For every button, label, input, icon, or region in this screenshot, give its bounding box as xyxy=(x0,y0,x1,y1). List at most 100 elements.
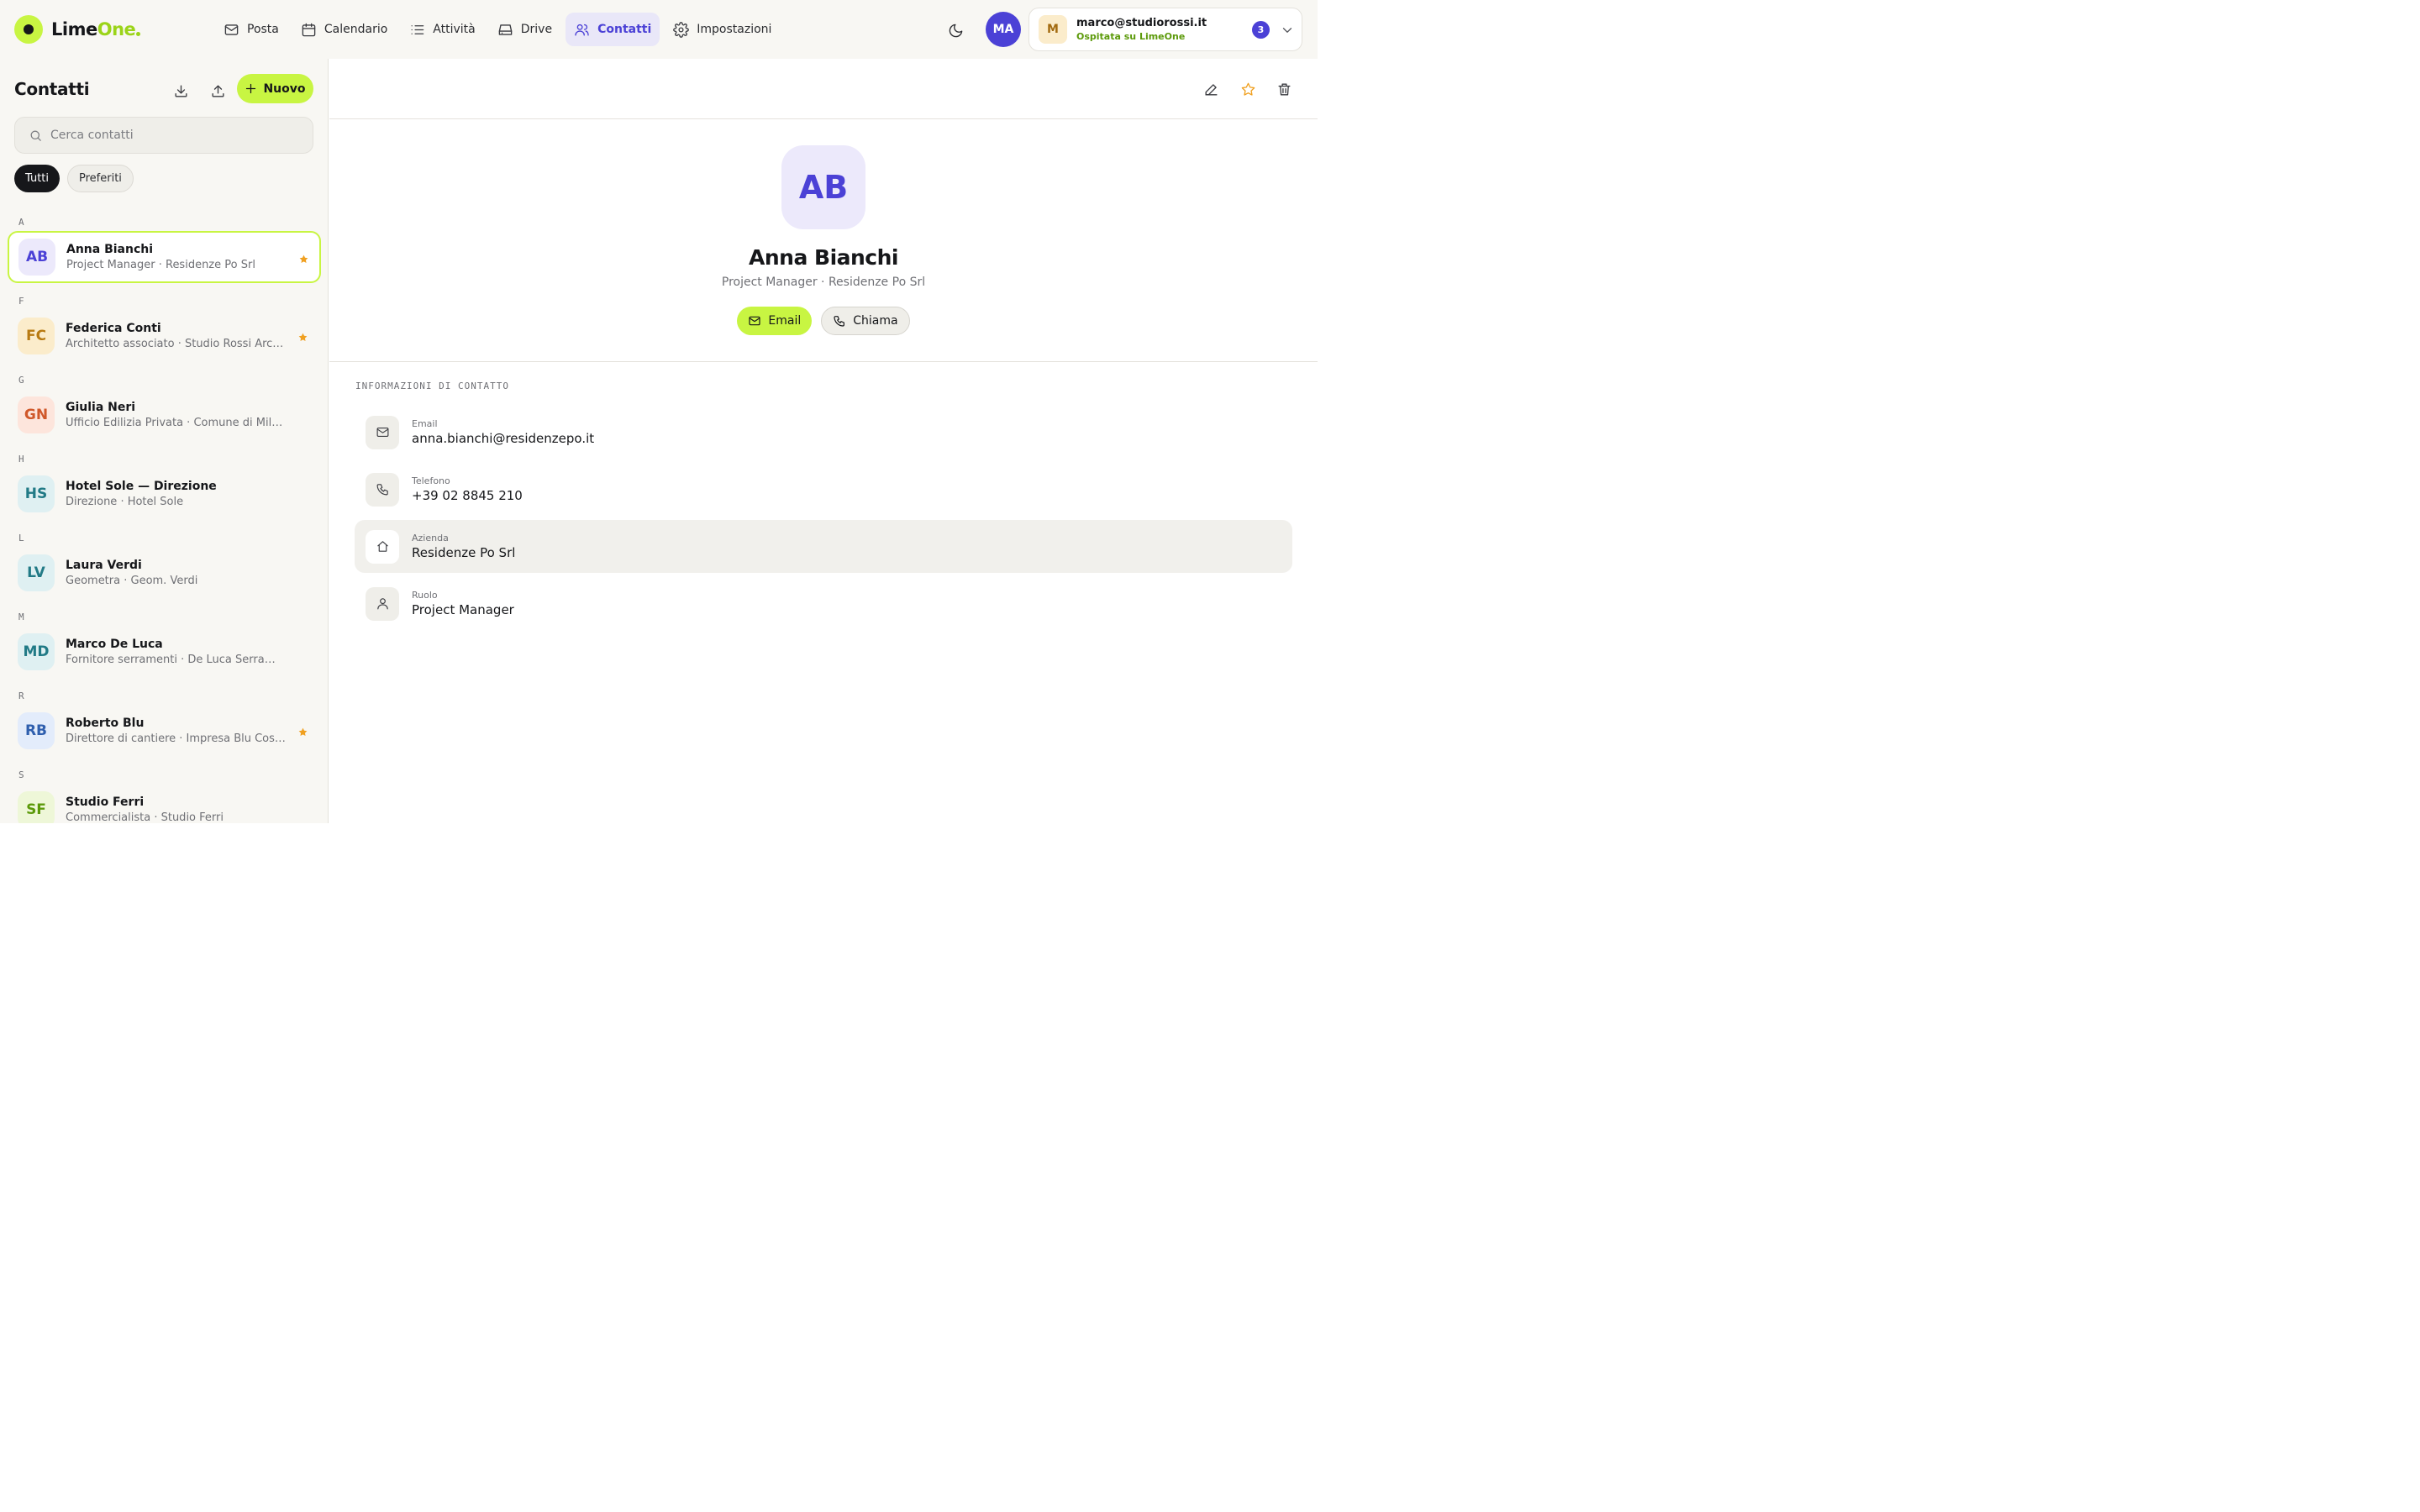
top-bar: Lime One Posta Calendario Attività Drive … xyxy=(0,0,1318,59)
contact-subtitle: Direttore di cantiere · Impresa Blu Cost… xyxy=(66,732,286,745)
nav-label: Contatti xyxy=(597,23,652,36)
nav-label: Posta xyxy=(247,23,279,36)
contact-avatar: LV xyxy=(18,554,55,591)
mail-icon xyxy=(376,427,388,438)
favorite-star-icon xyxy=(297,725,308,736)
contact-subtitle: Geometra · Geom. Verdi xyxy=(66,575,198,587)
contact-subtitle: Commercialista · Studio Ferri xyxy=(66,811,224,823)
star-icon xyxy=(1241,82,1255,96)
contact-subtitle: Direzione · Hotel Sole xyxy=(66,496,184,508)
nav-drive[interactable]: Drive xyxy=(489,13,560,46)
contact-list-item[interactable]: MD Marco De Luca Fornitore serramenti · De… xyxy=(8,626,321,678)
edit-button[interactable] xyxy=(1201,79,1221,99)
profile-header: AB Anna Bianchi Project Manager · Reside… xyxy=(329,120,1318,362)
main-nav: Posta Calendario Attività Drive Contatti… xyxy=(215,13,780,46)
contact-name: Roberto Blu xyxy=(66,717,145,730)
search-box[interactable] xyxy=(14,117,313,154)
tasks-icon xyxy=(411,24,424,34)
nav-label: Calendario xyxy=(324,23,388,36)
group-letter: G xyxy=(18,375,24,386)
contacts-sidebar: Contatti Nuovo Tutti Preferiti A AB Anna B… xyxy=(0,59,329,823)
export-button[interactable] xyxy=(206,79,229,102)
profile-actions: Email Chiama xyxy=(329,307,1318,335)
contacts-icon xyxy=(575,24,589,36)
pencil-icon xyxy=(1204,83,1218,96)
search-input[interactable] xyxy=(50,129,294,142)
contact-name: Anna Bianchi xyxy=(66,243,154,256)
account-switcher[interactable]: M marco@studiorossi.it Ospitata su LimeO… xyxy=(1028,8,1302,51)
contact-list-item[interactable]: AB Anna Bianchi Project Manager · Residenz… xyxy=(8,231,321,283)
mail-icon xyxy=(224,24,239,35)
info-label: Telefono xyxy=(412,475,450,486)
logo-text-accent: One xyxy=(97,19,136,39)
info-row-azienda[interactable]: Azienda Residenze Po Srl xyxy=(355,520,1292,573)
delete-button[interactable] xyxy=(1274,79,1294,99)
contact-avatar: GN xyxy=(18,396,55,433)
info-row-telefono[interactable]: Telefono +39 02 8845 210 xyxy=(355,463,1292,516)
nav-contatti[interactable]: Contatti xyxy=(566,13,660,46)
nav-label: Impostazioni xyxy=(697,23,772,36)
info-label: Ruolo xyxy=(412,590,438,601)
group-letter: R xyxy=(18,690,24,701)
contact-name: Giulia Neri xyxy=(66,401,136,414)
nav-impostazioni[interactable]: Impostazioni xyxy=(665,13,780,46)
contact-name: Studio Ferri xyxy=(66,795,145,809)
search-icon xyxy=(30,130,41,141)
contact-name: Laura Verdi xyxy=(66,559,142,572)
contact-subtitle: Fornitore serramenti · De Luca Serrament… xyxy=(66,654,286,666)
download-icon xyxy=(174,84,187,97)
info-label: Email xyxy=(412,418,438,429)
nav-calendario[interactable]: Calendario xyxy=(292,13,396,46)
nav-posta[interactable]: Posta xyxy=(215,13,287,46)
phone-icon xyxy=(376,484,388,496)
filter-preferiti[interactable]: Preferiti xyxy=(67,165,134,192)
chevron-down-icon xyxy=(1280,23,1295,38)
filter-chips: Tutti Preferiti xyxy=(14,165,134,192)
contact-avatar: RB xyxy=(18,712,55,749)
email-button-label: Email xyxy=(768,314,802,328)
contact-avatar: SF xyxy=(18,791,55,823)
contact-subtitle: Project Manager · Residenze Po Srl xyxy=(66,259,255,271)
nav-label: Attività xyxy=(433,23,476,36)
info-value: +39 02 8845 210 xyxy=(412,488,523,503)
contact-name: Hotel Sole — Direzione xyxy=(66,480,217,493)
contact-list-item[interactable]: RB Roberto Blu Direttore di cantiere · Imp… xyxy=(8,705,321,757)
group-letter: M xyxy=(18,612,24,622)
account-avatar: M xyxy=(1039,15,1067,44)
call-button[interactable]: Chiama xyxy=(821,307,910,335)
favorite-star-icon xyxy=(298,252,309,263)
contact-list-item[interactable]: SF Studio Ferri Commercialista · Studio Fe… xyxy=(8,784,321,823)
nav-attivita[interactable]: Attività xyxy=(401,13,483,46)
contact-list-item[interactable]: FC Federica Conti Architetto associato · S… xyxy=(8,310,321,362)
filter-tutti[interactable]: Tutti xyxy=(14,165,60,192)
group-letter: S xyxy=(18,769,24,780)
contact-subtitle: Ufficio Edilizia Privata · Comune di Mil… xyxy=(66,417,286,429)
new-contact-button[interactable]: Nuovo xyxy=(237,74,313,103)
account-hosted-label: Ospitata su LimeOne xyxy=(1076,31,1186,42)
user-avatar[interactable]: MA xyxy=(986,12,1021,47)
contact-avatar: HS xyxy=(18,475,55,512)
info-row-ruolo[interactable]: Ruolo Project Manager xyxy=(355,577,1292,630)
contact-list-item[interactable]: LV Laura Verdi Geometra · Geom. Verdi xyxy=(8,547,321,599)
app-logo[interactable]: Lime One xyxy=(14,15,141,44)
detail-toolbar xyxy=(329,59,1318,119)
user-icon xyxy=(376,598,388,610)
group-letter: H xyxy=(18,454,24,465)
favorite-star-icon xyxy=(297,330,308,341)
logo-mark-icon xyxy=(14,15,43,44)
drive-icon xyxy=(498,24,513,35)
contact-list-item[interactable]: HS Hotel Sole — Direzione Direzione · Hote… xyxy=(8,468,321,520)
contact-list: A AB Anna Bianchi Project Manager · Residen… xyxy=(0,210,328,823)
import-button[interactable] xyxy=(169,79,192,102)
contact-detail: AB Anna Bianchi Project Manager · Reside… xyxy=(329,59,1318,823)
info-row-email[interactable]: Email anna.bianchi@residenzepo.it xyxy=(355,406,1292,459)
nav-label: Drive xyxy=(520,23,553,36)
group-letter: A xyxy=(18,217,24,228)
mail-icon xyxy=(749,316,761,326)
contact-list-item[interactable]: GN Giulia Neri Ufficio Edilizia Privata · … xyxy=(8,389,321,441)
info-label: Azienda xyxy=(412,533,449,543)
email-button[interactable]: Email xyxy=(737,307,813,335)
info-value: Residenze Po Srl xyxy=(412,545,516,560)
favorite-button[interactable] xyxy=(1238,79,1258,99)
dark-mode-toggle[interactable] xyxy=(944,19,966,41)
